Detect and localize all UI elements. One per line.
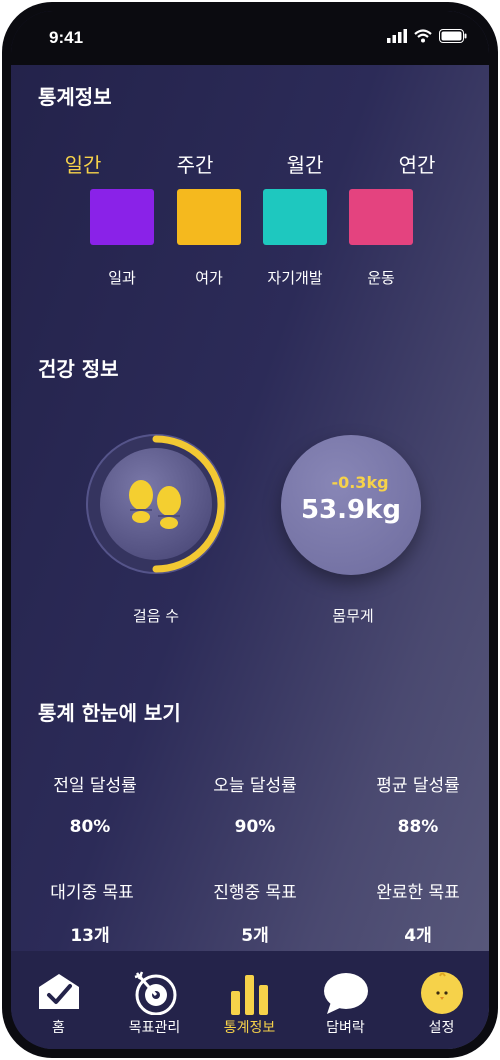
stats-section-title: 통계정보	[38, 85, 112, 109]
steps-label: 걸음 수	[132, 607, 180, 625]
tab-yearly[interactable]: 연간	[377, 149, 457, 178]
status-icons	[387, 29, 467, 43]
stat-label-yesterday-rate: 전일 달성률	[53, 776, 137, 796]
status-time: 9:41	[49, 28, 84, 47]
tab-bar-label-goals: 목표관리	[128, 1020, 181, 1036]
stat-label-average-rate: 평균 달성률	[376, 776, 460, 796]
category-label-exercise: 운동	[367, 269, 395, 287]
signal-icon	[387, 29, 407, 43]
phone-frame: 9:41 통계정보 일간 주간 월간 연간 일과 여가 자기개발 운동 건강 정…	[2, 2, 498, 1058]
battery-icon	[439, 29, 467, 43]
category-label-self-development: 자기개발	[267, 269, 323, 287]
tab-weekly[interactable]: 주간	[155, 149, 235, 178]
app-screen: 9:41 통계정보 일간 주간 월간 연간 일과 여가 자기개발 운동 건강 정…	[11, 11, 489, 1049]
stat-label-completed-goals: 완료한 목표	[376, 883, 460, 903]
stat-value-average-rate: 88%	[397, 817, 439, 837]
weight-label: 몸무게	[332, 607, 374, 625]
category-swatch-routine[interactable]	[90, 189, 154, 245]
footprints-icon	[129, 480, 181, 529]
tab-daily[interactable]: 일간	[43, 149, 123, 178]
category-swatch-leisure[interactable]	[177, 189, 241, 245]
tab-bar-label-settings: 설정	[428, 1020, 455, 1036]
tab-bar-item-home[interactable]: 홈	[11, 951, 106, 1049]
stat-label-in-progress-goals: 진행중 목표	[213, 883, 297, 903]
home-check-icon	[38, 974, 79, 1009]
tab-bar-item-settings[interactable]: 설정	[394, 951, 489, 1049]
stat-label-today-rate: 오늘 달성률	[213, 776, 297, 796]
chat-bubble-icon	[323, 973, 368, 1014]
tab-monthly[interactable]: 월간	[265, 149, 345, 178]
target-icon	[134, 971, 176, 1015]
tab-bar-label-stats: 통계정보	[223, 1020, 276, 1036]
bottom-tab-bar: 홈 목표관리 통계정보 담벼락 설정	[11, 951, 489, 1049]
category-label-routine: 일과	[108, 269, 136, 287]
tab-bar-item-wall[interactable]: 담벼락	[298, 951, 393, 1049]
summary-section-title: 통계 한눈에 보기	[38, 701, 181, 725]
stat-value-yesterday-rate: 80%	[69, 817, 111, 837]
category-label-leisure: 여가	[195, 269, 223, 287]
wifi-icon	[414, 29, 432, 43]
stat-value-today-rate: 90%	[234, 817, 276, 837]
tab-bar-item-stats[interactable]: 통계정보	[202, 951, 297, 1049]
tab-bar-item-goals[interactable]: 목표관리	[107, 951, 202, 1049]
tab-bar-label-home: 홈	[52, 1020, 65, 1036]
category-swatch-exercise[interactable]	[349, 189, 413, 245]
tab-bar-label-wall: 담벼락	[326, 1020, 365, 1036]
status-bar: 9:41	[11, 11, 489, 65]
chick-avatar-icon	[420, 972, 463, 1014]
steps-gauge[interactable]	[81, 429, 231, 579]
stat-value-completed-goals: 4개	[404, 926, 432, 946]
stat-value-waiting-goals: 13개	[70, 926, 110, 946]
category-swatch-self-development[interactable]	[263, 189, 327, 245]
stat-label-waiting-goals: 대기중 목표	[50, 883, 134, 903]
health-section-title: 건강 정보	[38, 357, 119, 381]
weight-change: -0.3kg	[331, 473, 389, 492]
weight-gauge[interactable]: -0.3kg 53.9kg	[281, 435, 421, 575]
weight-value: 53.9kg	[300, 495, 402, 525]
bar-chart-icon	[230, 975, 268, 1015]
stat-value-in-progress-goals: 5개	[241, 926, 269, 946]
